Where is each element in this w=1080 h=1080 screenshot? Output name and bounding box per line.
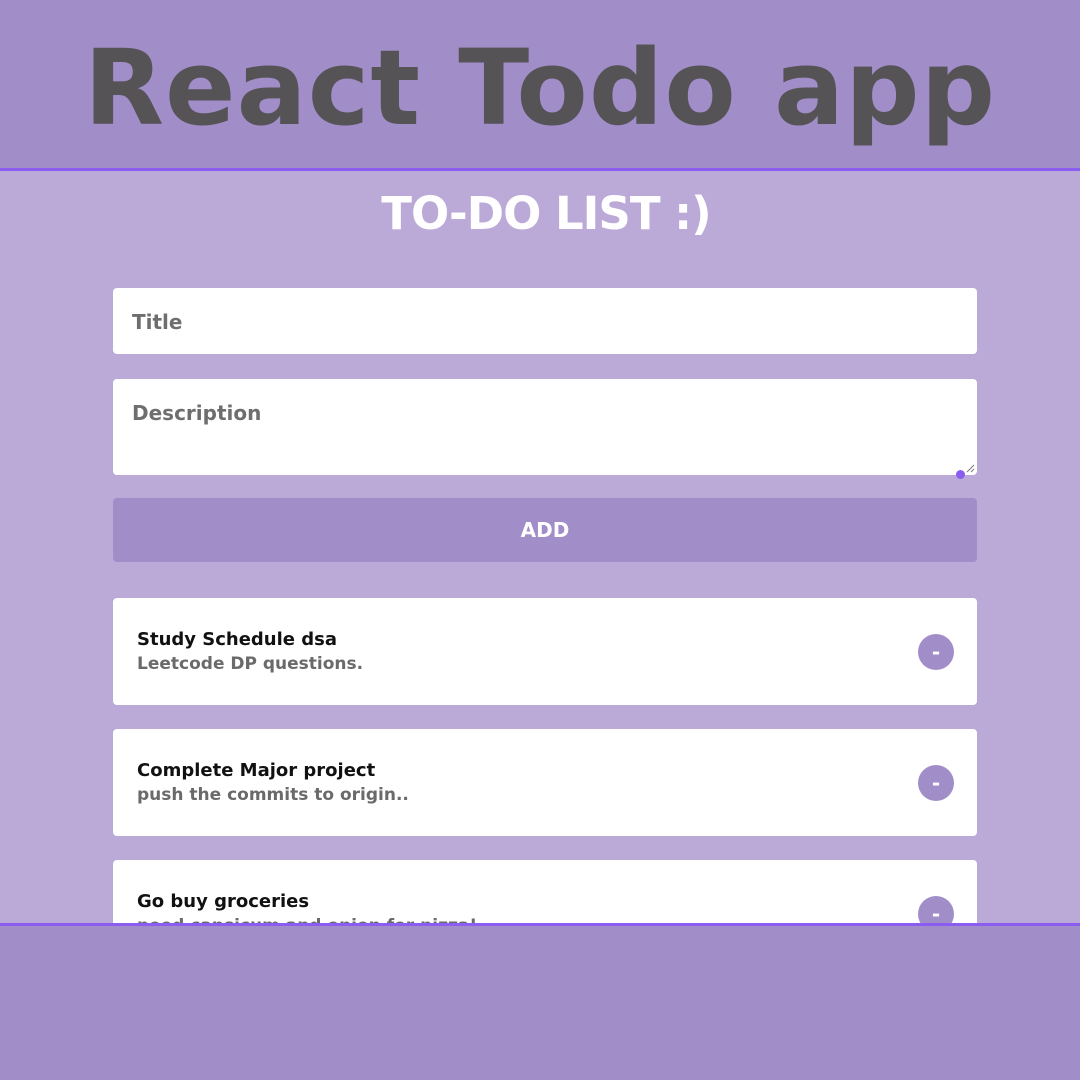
todo-item: Complete Major project push the commits … (113, 729, 977, 836)
remove-todo-button[interactable]: - (918, 765, 954, 801)
minus-icon: - (931, 901, 941, 926)
todo-title: Go buy groceries (137, 891, 310, 912)
remove-todo-button[interactable]: - (918, 634, 954, 670)
todo-item: Go buy groceries need capsicum and onion… (113, 860, 977, 926)
remove-todo-button[interactable]: - (918, 896, 954, 926)
todo-description: need capsicum and onion for pizza! (137, 916, 478, 926)
description-placeholder: Description (132, 401, 262, 425)
minus-icon: - (931, 770, 941, 795)
banner: React Todo app (0, 0, 1080, 168)
todo-title: Complete Major project (137, 760, 376, 781)
todo-description: Leetcode DP questions. (137, 654, 364, 674)
todo-description: push the commits to origin.. (137, 785, 409, 805)
cursor-dot (956, 470, 965, 479)
banner-title: React Todo app (83, 27, 997, 149)
todo-item: Study Schedule dsa Leetcode DP questions… (113, 598, 977, 705)
resize-handle-icon[interactable] (965, 463, 975, 473)
add-button[interactable]: ADD (113, 498, 977, 562)
poster-canvas: React Todo app TO-DO LIST :) Title Descr… (0, 0, 1080, 1080)
app-screenshot: TO-DO LIST :) Title Description ADD Stud… (0, 168, 1080, 926)
minus-icon: - (931, 639, 941, 664)
title-input-placeholder: Title (132, 310, 183, 334)
app-heading: TO-DO LIST :) (381, 187, 712, 240)
todo-title: Study Schedule dsa (137, 629, 338, 650)
title-input[interactable]: Title (113, 288, 977, 354)
description-textarea[interactable]: Description (113, 379, 977, 479)
